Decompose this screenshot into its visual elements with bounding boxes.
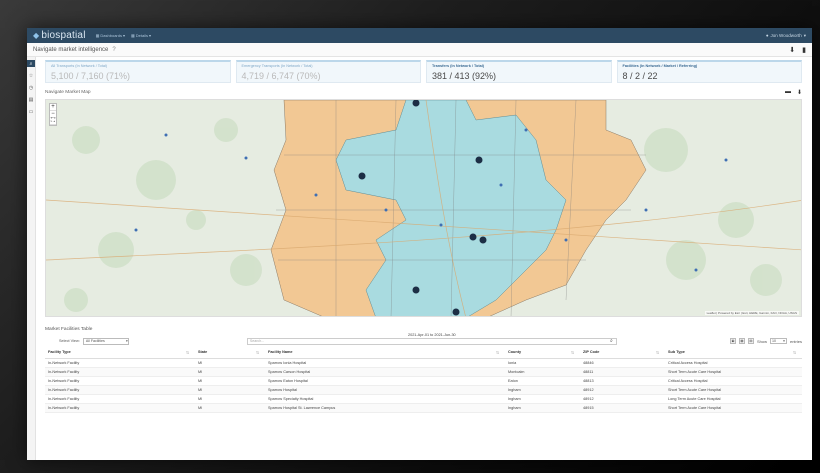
facility-marker[interactable] [469,233,477,241]
page-titlebar: Navigate market intelligence ? ⬇ ▮ [27,43,812,57]
sidebar-folder-icon[interactable]: ▭ [27,108,35,115]
column-header[interactable]: State ⇅ [195,348,265,359]
column-header[interactable]: County ⇅ [505,348,580,359]
user-menu[interactable]: ● Jon Woodworth ▾ [766,33,806,39]
kpi-card-transfers: Transfers (In Network / Total) 381 / 413… [426,60,612,83]
table-row[interactable]: In-Network Facility MI Sparrow Eaton Hospi… [45,376,802,386]
facility-marker[interactable] [412,286,420,294]
csv-button[interactable]: ▤ [747,338,754,344]
chevron-down-icon: ▾ [122,33,125,38]
brand-name: biospatial [41,30,86,41]
app-window: ◆ biospatial ▦ Dashboards ▾ ▦ Details ▾ … [27,28,812,460]
column-header[interactable]: Facility Name ⇅ [265,348,505,359]
sidebar-clock-icon[interactable]: ◷ [27,84,35,91]
column-header[interactable]: Sub Type ⇅ [665,348,802,359]
entries-label: entries [789,338,802,344]
top-navbar: ◆ biospatial ▦ Dashboards ▾ ▦ Details ▾ … [27,28,812,43]
user-icon: ● [765,33,769,38]
kpi-label: Transfers (In Network / Total) [432,64,485,68]
nav-details[interactable]: ▦ Details ▾ [131,33,151,38]
kpi-value: 8 / 2 / 22 [622,71,658,81]
kpi-card-facilities: Facilities (In Network / Market / Referr… [616,60,802,83]
download-icon[interactable]: ⬇ [797,89,802,96]
logo-mark-icon: ◆ [33,31,40,40]
map-title: Navigate Market Map [45,89,91,95]
zoom-out-button[interactable]: − [50,111,56,118]
kpi-label: Facilities (In Network / Market / Referr… [622,64,698,68]
brand-logo[interactable]: ◆ biospatial [33,30,86,41]
grid-icon: ▦ [95,33,100,38]
facility-marker[interactable] [452,308,460,316]
sidebar-chart-icon[interactable]: ▤ [27,96,35,103]
table-row[interactable]: In-Network Facility MI Sparrow Carson Hosp… [45,367,802,377]
chevron-down-icon: ▾ [783,339,785,343]
map-zoom-control: + − ⛶ [49,103,57,126]
facility-marker[interactable] [479,236,487,244]
grid-icon: ▦ [131,33,135,38]
show-label: Show [756,338,767,344]
fullscreen-icon[interactable]: ⛶ [50,118,56,125]
table-row[interactable]: In-Network Facility MI Sparrow Hospital St… [45,403,802,413]
table-search-input[interactable]: 2021-Apr-01 to 2021-Jun-30 Search... ⌕ [246,333,617,345]
table-controls: Select View: All Facilities ▾ 2021-Apr-0… [45,333,802,347]
camera-icon[interactable]: ▬ [785,89,791,96]
select-view-label: Select View: [59,339,80,343]
nav-dashboards[interactable]: ▦ Dashboards ▾ [96,33,125,38]
main-content: All Transports (In Network / Total) 5,10… [37,57,812,460]
page-title: Navigate market intelligence [33,46,109,53]
kpi-value: 4,719 / 6,747 (70%) [241,71,321,81]
column-header[interactable]: Facility Type ⇅ [45,348,195,359]
page-length-select[interactable]: 10 ▾ [769,338,787,344]
zoom-in-button[interactable]: + [50,104,56,111]
kpi-card-all-transports: All Transports (In Network / Total) 5,10… [45,60,231,83]
kpi-card-emergency-transports: Emergency Transports (In Network / Total… [235,60,421,83]
map-canvas [46,100,801,316]
help-icon[interactable]: ? [112,47,115,53]
download-icon[interactable]: ⬇ [789,46,795,54]
table-row[interactable]: In-Network Facility MI Sparrow Ionia Hospi… [45,358,802,368]
market-map[interactable]: + − ⛶ Leaflet | Powered by Esri | Esri, … [45,99,802,317]
facility-marker[interactable] [475,156,483,164]
table-tools: ▣ ▦ ▤ Show 10 ▾ entries [729,338,802,344]
kpi-value: 381 / 413 (92%) [432,71,497,81]
table-header-row: Facility Type ⇅ State ⇅ Facility Name ⇅ Cou… [45,348,802,359]
chevron-down-icon: ▾ [149,33,152,38]
kpi-value: 5,100 / 7,160 (71%) [51,71,131,81]
document-icon[interactable]: ▮ [802,46,806,54]
date-range: 2021-Apr-01 to 2021-Jun-30 [407,332,456,337]
sidebar-star-icon[interactable]: ☆ [27,72,35,79]
map-section-header: Navigate Market Map ▬ ⬇ [45,85,802,99]
table-row[interactable]: In-Network Facility MI Sparrow Specialty H… [45,394,802,404]
search-icon: ⌕ [610,338,613,344]
excel-button[interactable]: ▦ [738,338,745,344]
kpi-label: All Transports (In Network / Total) [51,64,108,68]
facility-marker[interactable] [358,172,366,180]
sidebar: ⌕ ☆ ◷ ▤ ▭ [27,57,36,460]
map-attribution: Leaflet | Powered by Esri | Esri, HERE, … [704,311,799,315]
sidebar-search-icon[interactable]: ⌕ [27,60,35,67]
facilities-table: Facility Type ⇅ State ⇅ Facility Name ⇅ Cou… [45,348,802,413]
column-header[interactable]: ZIP Code ⇅ [580,348,665,359]
table-row[interactable]: In-Network Facility MI Sparrow Hospital Ing… [45,385,802,395]
chevron-down-icon: ▾ [126,339,128,343]
chevron-down-icon: ▾ [803,32,806,38]
kpi-row: All Transports (In Network / Total) 5,10… [45,60,802,83]
select-view-dropdown[interactable]: All Facilities ▾ [82,337,129,345]
kpi-label: Emergency Transports (In Network / Total… [241,64,313,68]
copy-button[interactable]: ▣ [729,338,736,344]
